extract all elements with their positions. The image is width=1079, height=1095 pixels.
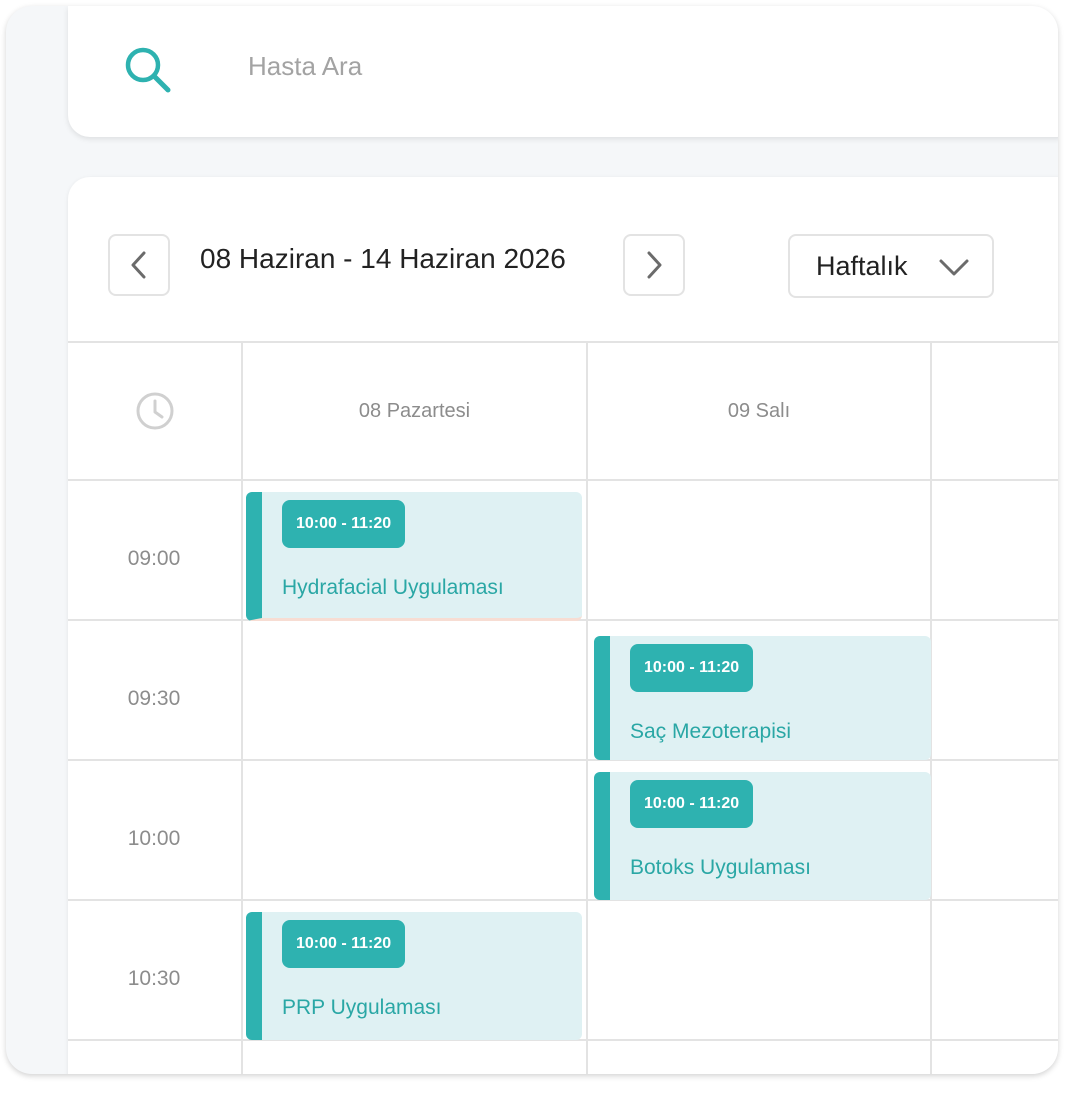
appointment-time-badge: 10:00 - 11:20	[630, 644, 754, 692]
appointment-time-badge: 10:00 - 11:20	[630, 780, 754, 828]
date-range-title: 08 Haziran - 14 Haziran 2026	[200, 243, 566, 274]
next-week-button[interactable]	[623, 234, 685, 296]
time-slot-label: 09:30	[127, 687, 181, 710]
calendar-panel: 08 Haziran - 14 Haziran 2026 Haftalık 08…	[68, 177, 1058, 1074]
appointment-card[interactable]: 10:00 - 11:20 Saç Mezoterapisi	[594, 636, 931, 760]
appointment-title: PRP Uygulaması	[282, 996, 442, 1019]
chevron-down-icon	[939, 259, 969, 276]
grid-divider	[68, 479, 1058, 481]
search-bar	[68, 6, 1058, 137]
chevron-right-icon	[647, 251, 662, 279]
app-frame: 08 Haziran - 14 Haziran 2026 Haftalık	[6, 6, 1058, 1074]
appointment-card[interactable]: 10:00 - 11:20 PRP Uygulaması	[246, 912, 582, 1040]
appointment-card[interactable]: 10:00 - 11:20 Hydrafacial Uygulaması	[246, 492, 582, 621]
time-column-header	[68, 343, 242, 479]
day-header: 09 Salı	[727, 399, 791, 422]
appointment-title: Botoks Uygulaması	[630, 856, 811, 879]
view-mode-select[interactable]: Haftalık	[788, 234, 994, 298]
time-slot-label: 09:00	[127, 547, 181, 570]
appointment-title: Saç Mezoterapisi	[630, 720, 792, 743]
chevron-left-icon	[131, 251, 146, 279]
appointment-time-badge: 10:00 - 11:20	[282, 500, 406, 548]
view-mode-label: Haftalık	[816, 250, 908, 281]
day-header: 08 Pazartesi	[358, 399, 471, 422]
time-slot-label: 10:30	[127, 967, 181, 990]
clock-icon	[136, 392, 174, 430]
previous-week-button[interactable]	[108, 234, 170, 296]
time-slot-label: 10:00	[127, 827, 181, 850]
search-input[interactable]	[248, 44, 848, 88]
appointment-time-badge: 10:00 - 11:20	[282, 920, 406, 968]
appointment-title: Hydrafacial Uygulaması	[282, 576, 504, 599]
appointment-card[interactable]: 10:00 - 11:20 Botoks Uygulaması	[594, 772, 931, 900]
search-icon[interactable]	[122, 44, 174, 96]
